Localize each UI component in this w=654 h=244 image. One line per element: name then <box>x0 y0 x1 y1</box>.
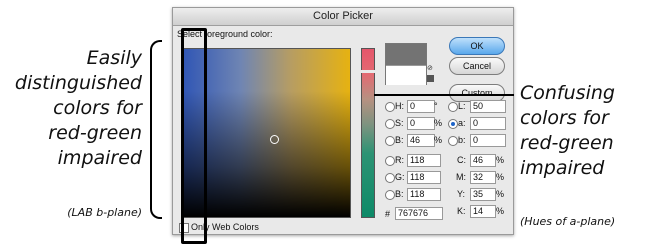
color-field-marker[interactable] <box>270 135 279 144</box>
s-field[interactable]: 0 <box>407 117 435 130</box>
m-label: M: <box>456 172 466 182</box>
right-annotation: Confusing colors for red-green impaired <box>520 81 650 181</box>
m-field[interactable]: 32 <box>470 171 496 184</box>
b-unit: % <box>434 135 443 145</box>
l-radio[interactable] <box>448 102 458 112</box>
k-field[interactable]: 14 <box>470 205 496 218</box>
lab-b-field[interactable]: 0 <box>470 134 506 147</box>
c-unit: % <box>496 155 505 165</box>
a-field[interactable]: 0 <box>470 117 506 130</box>
h-radio[interactable] <box>385 102 395 112</box>
r-field[interactable]: 118 <box>407 154 441 167</box>
left-annotation-line: distinguished <box>14 72 142 94</box>
lab-b-radio[interactable] <box>448 136 458 146</box>
rgb-b-field[interactable]: 118 <box>407 188 441 201</box>
h-unit: ° <box>434 101 438 111</box>
b-field[interactable]: 46 <box>407 134 435 147</box>
right-annotation-line: impaired <box>520 157 605 179</box>
new-color-swatch <box>386 44 426 65</box>
k-unit: % <box>496 206 505 216</box>
callout-connector-line <box>374 94 514 96</box>
left-bracket <box>150 40 162 219</box>
b-radio[interactable] <box>385 136 395 146</box>
c-field[interactable]: 46 <box>470 154 496 167</box>
h-label: H: <box>395 101 404 111</box>
rgb-b-label: B: <box>395 189 404 199</box>
l-label: L: <box>458 101 466 111</box>
right-annotation-line: colors for <box>520 107 609 129</box>
s-label: S: <box>395 118 404 128</box>
lab-b-label: b: <box>458 135 466 145</box>
window-title: Color Picker <box>173 8 513 26</box>
cancel-button[interactable]: Cancel <box>449 57 505 75</box>
s-radio[interactable] <box>385 119 395 129</box>
b-label: B: <box>395 135 404 145</box>
c-label: C: <box>457 155 466 165</box>
right-annotation-line: red-green <box>520 132 614 154</box>
left-annotation-line: colors for <box>53 97 142 119</box>
gamut-warning-icon[interactable]: ⊘ <box>427 65 434 72</box>
hue-slider-handle[interactable] <box>359 70 375 73</box>
hex-label: # <box>385 209 391 219</box>
rgb-b-radio[interactable] <box>385 190 395 200</box>
a-radio[interactable] <box>448 119 458 129</box>
left-annotation-line: red-green <box>48 122 142 144</box>
ok-button[interactable]: OK <box>449 37 505 55</box>
right-annotation-note: (Hues of a-plane) <box>520 215 616 228</box>
hue-slider-callout <box>181 28 207 244</box>
y-label: Y: <box>457 189 466 199</box>
left-annotation: Easily distinguished colors for red-gree… <box>0 46 142 171</box>
hex-field[interactable]: 767676 <box>395 207 443 220</box>
a-label: a: <box>458 118 466 128</box>
l-field[interactable]: 50 <box>470 100 506 113</box>
r-label: R: <box>395 155 404 165</box>
y-unit: % <box>496 189 505 199</box>
current-color-swatch <box>386 65 426 85</box>
g-field[interactable]: 118 <box>407 171 441 184</box>
left-annotation-line: impaired <box>57 147 142 169</box>
web-safe-swatch[interactable] <box>427 75 434 82</box>
right-annotation-line: Confusing <box>520 82 615 104</box>
h-field[interactable]: 0 <box>407 100 435 113</box>
r-radio[interactable] <box>385 156 395 166</box>
k-label: K: <box>457 206 466 216</box>
left-annotation-note: (LAB b-plane) <box>67 206 142 219</box>
g-radio[interactable] <box>385 173 395 183</box>
s-unit: % <box>434 118 443 128</box>
left-annotation-line: Easily <box>86 47 142 69</box>
color-picker-window: Color Picker Select foreground color: ⊘ … <box>172 7 514 235</box>
hue-slider[interactable] <box>361 48 375 218</box>
color-preview <box>385 43 427 85</box>
g-label: G: <box>395 172 405 182</box>
m-unit: % <box>496 172 505 182</box>
y-field[interactable]: 35 <box>470 188 496 201</box>
